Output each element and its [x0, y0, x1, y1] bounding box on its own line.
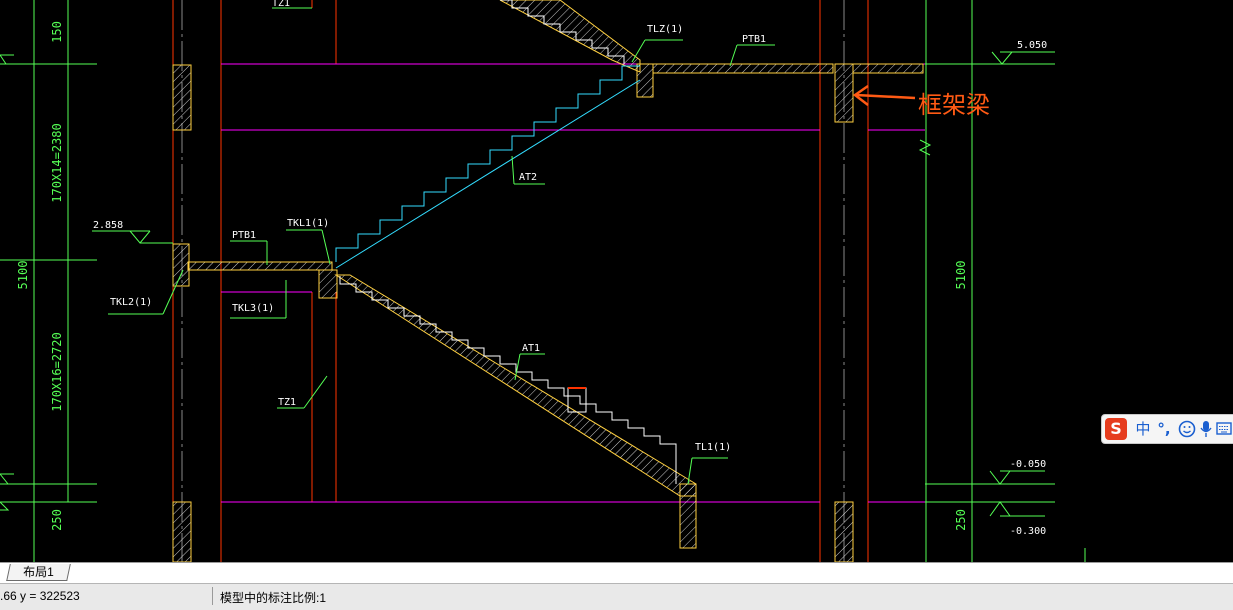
dim-right-bottom: 250 [954, 509, 968, 531]
label-tz1-top: TZ1 [272, 0, 290, 9]
at2-steps [335, 65, 640, 262]
annotation-frame-beam-text: 框架梁 [918, 91, 990, 119]
label-elev-m0050: -0.050 [1010, 459, 1046, 470]
status-bar: .66 y = 322523 模型中的标注比例:1 [0, 583, 1233, 610]
label-ptb1-top: PTB1 [742, 34, 766, 45]
drawing-canvas[interactable]: TZ1 TLZ(1) PTB1 AT2 TKL1(1) PTB1 2.858 T… [0, 0, 1233, 562]
tab-layout1-label: 布局1 [23, 565, 54, 579]
right-dimensions [918, 0, 1086, 562]
label-elev-2858: 2.858 [93, 220, 123, 231]
dim-left-flight-upper: 170X14=2380 [50, 123, 64, 202]
ime-toolbar[interactable]: S 中 °, [1101, 414, 1233, 444]
dim-left-flight-lower: 170X16=2720 [50, 332, 64, 411]
label-tkl2: TKL2(1) [110, 297, 152, 308]
label-elev-5050: 5.050 [1017, 40, 1047, 51]
label-ptb1-mid: PTB1 [232, 230, 256, 241]
frame-beam-annotation: 框架梁 [852, 84, 990, 119]
annotation-scale-text: 模型中的标注比例:1 [220, 591, 327, 605]
label-at1: AT1 [522, 343, 540, 354]
layout-tab-bar: 布局1 [0, 562, 1233, 583]
label-leaders [108, 7, 775, 485]
label-elev-m0300: -0.300 [1010, 526, 1046, 537]
dim-right-total: 5100 [954, 261, 968, 290]
status-divider [212, 587, 213, 605]
coordinate-readout: .66 y = 322523 [0, 589, 80, 603]
microphone-icon[interactable] [1199, 418, 1213, 440]
dim-left-top: 150 [50, 21, 64, 43]
tab-layout1[interactable]: 布局1 [6, 564, 71, 581]
label-tl1: TL1(1) [695, 442, 731, 453]
label-tz1-bottom: TZ1 [278, 397, 296, 408]
label-at2: AT2 [519, 172, 537, 183]
keyboard-icon[interactable] [1216, 418, 1232, 440]
stair-section-drawing: TZ1 TLZ(1) PTB1 AT2 TKL1(1) PTB1 2.858 T… [0, 0, 1086, 562]
label-tkl1: TKL1(1) [287, 218, 329, 229]
ime-logo-icon[interactable]: S [1105, 418, 1127, 440]
ime-punctuation-toggle[interactable]: °, [1155, 418, 1173, 440]
at2-stringer [335, 79, 641, 269]
dim-left-total: 5100 [16, 261, 30, 290]
label-tlz1: TLZ(1) [647, 24, 683, 35]
dim-left-bottom: 250 [50, 509, 64, 531]
axis-lines [172, 0, 869, 562]
label-tkl3: TKL3(1) [232, 303, 274, 314]
column-centerlines [181, 0, 845, 562]
smiley-icon[interactable] [1177, 418, 1197, 440]
ime-language-toggle[interactable]: 中 [1133, 418, 1153, 440]
